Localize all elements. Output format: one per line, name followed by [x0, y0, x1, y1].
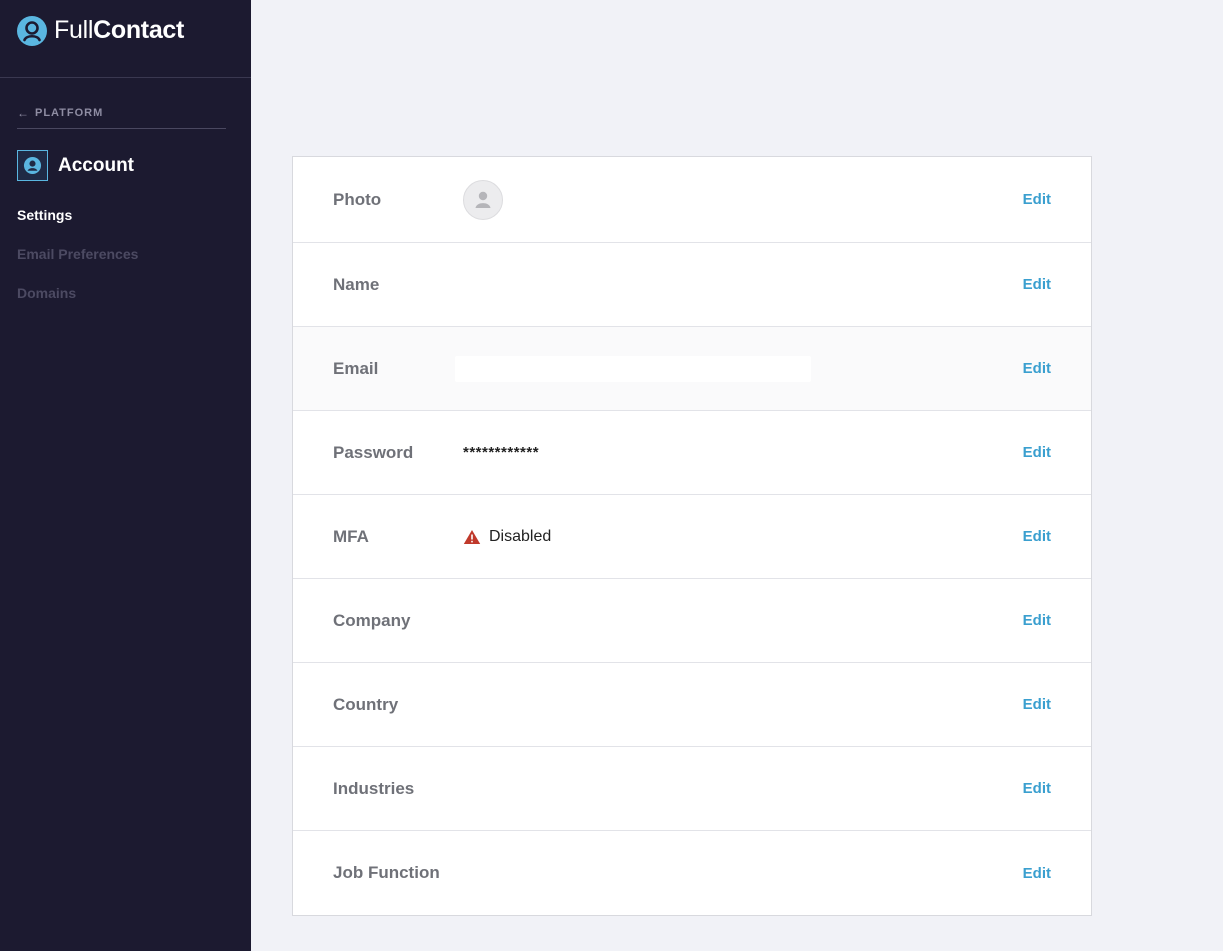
industries-label: Industries — [333, 778, 415, 798]
sidebar-item-settings[interactable]: Settings — [17, 207, 72, 223]
settings-row-job-function: Job Function Edit — [293, 831, 1091, 915]
edit-job-function-button[interactable]: Edit — [1023, 865, 1051, 882]
section-header: Account — [17, 150, 134, 181]
avatar-placeholder-icon — [463, 179, 503, 220]
email-value-box — [455, 355, 811, 382]
edit-password-button[interactable]: Edit — [1023, 444, 1051, 461]
fullcontact-logo-icon — [17, 15, 47, 46]
warning-icon — [463, 529, 481, 544]
arrow-left-icon: ← — [17, 106, 30, 120]
settings-row-company: Company Edit — [293, 579, 1091, 663]
edit-industries-button[interactable]: Edit — [1023, 780, 1051, 797]
email-label: Email — [333, 358, 379, 378]
edit-company-button[interactable]: Edit — [1023, 612, 1051, 629]
brand[interactable]: FullContact — [0, 0, 251, 78]
sidebar: FullContact ← PLATFORM Account Settings … — [0, 0, 251, 951]
settings-row-password: Password ************ Edit — [293, 411, 1091, 495]
mfa-value: Disabled — [463, 528, 551, 546]
account-icon — [17, 150, 48, 181]
settings-row-email: Email Edit — [293, 327, 1091, 411]
photo-value — [463, 179, 503, 220]
country-label: Country — [333, 694, 399, 714]
brand-name-bold: Contact — [93, 16, 185, 44]
mfa-label: MFA — [333, 526, 369, 546]
password-value: ************ — [463, 444, 540, 461]
back-to-platform-link[interactable]: ← PLATFORM — [17, 106, 226, 129]
edit-email-button[interactable]: Edit — [1023, 360, 1051, 377]
section-title: Account — [58, 154, 134, 176]
photo-label: Photo — [333, 189, 382, 209]
sidebar-item-email-preferences[interactable]: Email Preferences — [17, 246, 138, 262]
job-function-label: Job Function — [333, 863, 440, 882]
brand-name: FullContact — [54, 16, 184, 45]
settings-row-mfa: MFA Disabled Edit — [293, 495, 1091, 579]
back-link-label: PLATFORM — [35, 107, 104, 119]
settings-row-name: Name Edit — [293, 243, 1091, 327]
edit-mfa-button[interactable]: Edit — [1023, 528, 1051, 545]
settings-row-photo: Photo Edit — [293, 157, 1091, 243]
edit-name-button[interactable]: Edit — [1023, 276, 1051, 293]
settings-card: Photo Edit Name Edit Email Edit Password… — [292, 156, 1092, 916]
password-label: Password — [333, 442, 414, 462]
email-value — [455, 355, 811, 382]
name-label: Name — [333, 274, 380, 294]
settings-row-industries: Industries Edit — [293, 747, 1091, 831]
settings-row-country: Country Edit — [293, 663, 1091, 747]
company-label: Company — [333, 610, 411, 630]
mfa-status: Disabled — [489, 527, 552, 545]
brand-name-light: Full — [54, 16, 94, 44]
edit-country-button[interactable]: Edit — [1023, 696, 1051, 713]
edit-photo-button[interactable]: Edit — [1023, 191, 1051, 208]
sidebar-item-domains[interactable]: Domains — [17, 285, 76, 301]
